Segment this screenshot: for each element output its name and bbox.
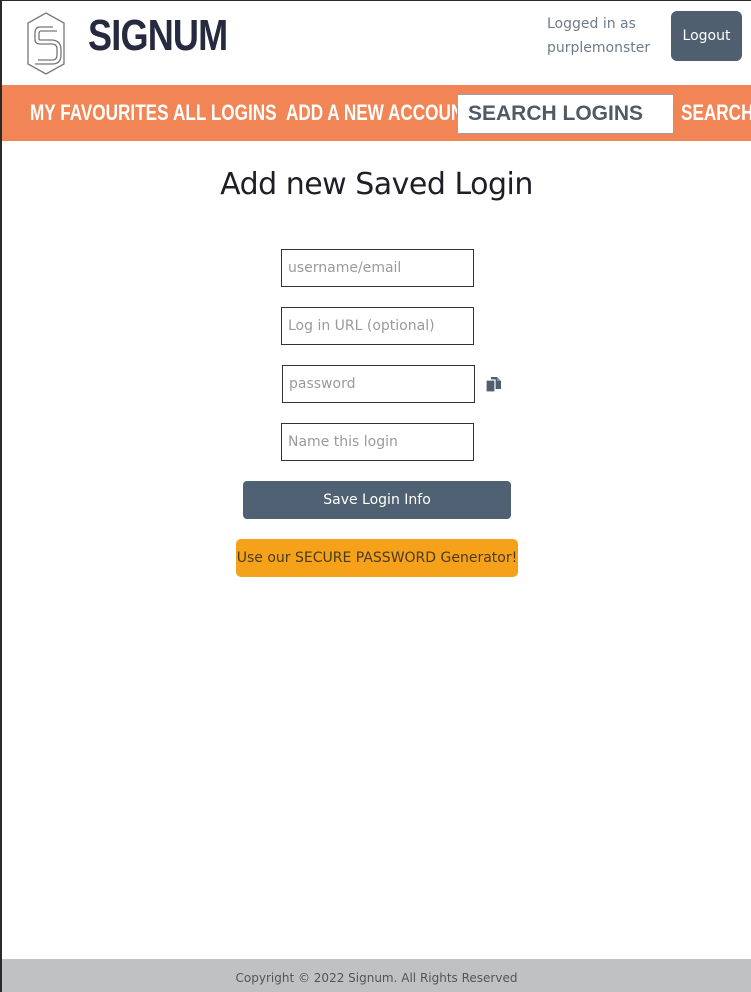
search-input[interactable]	[457, 94, 674, 134]
password-field[interactable]	[282, 365, 475, 403]
password-generator-button[interactable]: Use our SECURE PASSWORD Generator!	[236, 539, 518, 577]
page-title: Add new Saved Login	[220, 167, 533, 202]
logged-in-username: purplemonster	[547, 40, 651, 56]
logged-in-status: Logged in as purplemonster	[547, 12, 667, 60]
copyright-text: Copyright © 2022 Signum. All Rights Rese…	[235, 971, 518, 985]
logout-button[interactable]: Logout	[671, 11, 742, 61]
login-url-field[interactable]	[281, 307, 474, 345]
nav-all-logins[interactable]: ALL LOGINS	[173, 85, 277, 141]
main-nav: MY FAVOURITES ALL LOGINS ADD A NEW ACCOU…	[2, 85, 751, 141]
nav-add-new-account[interactable]: ADD A NEW ACCOUNT	[286, 85, 474, 141]
signum-logo-icon[interactable]	[26, 12, 66, 75]
logged-in-label: Logged in as	[547, 16, 636, 32]
login-name-field[interactable]	[281, 423, 474, 461]
copy-icon[interactable]	[485, 376, 502, 393]
page: SIGNUM Logged in as purplemonster Logout…	[0, 0, 751, 992]
footer: Copyright © 2022 Signum. All Rights Rese…	[2, 959, 751, 992]
brand-name[interactable]: SIGNUM	[88, 11, 228, 61]
nav-my-favourites[interactable]: MY FAVOURITES	[30, 85, 169, 141]
username-field[interactable]	[281, 249, 474, 287]
header: SIGNUM Logged in as purplemonster Logout	[2, 1, 751, 85]
save-login-button[interactable]: Save Login Info	[243, 481, 511, 519]
search-button[interactable]: SEARCH	[681, 85, 751, 141]
